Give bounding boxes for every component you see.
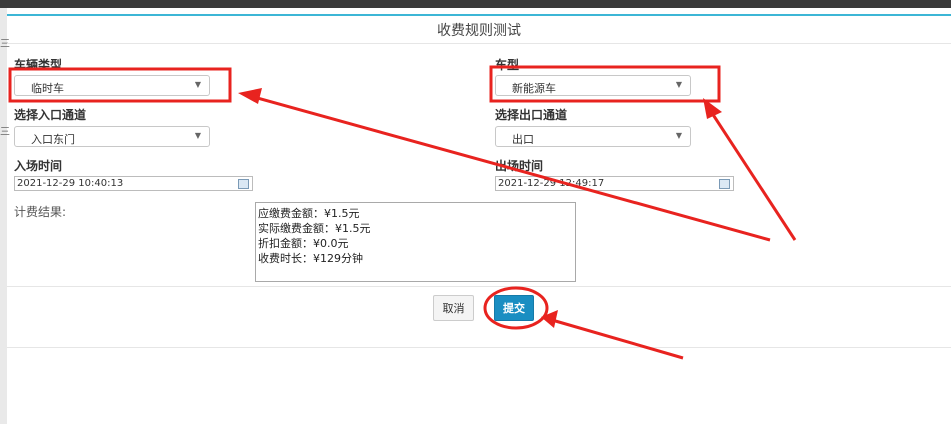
entry-channel-select[interactable]: 入口东门 ▼: [14, 126, 210, 147]
app-top-bar: [0, 0, 951, 8]
exit-time-value: 2021-12-29 12:49:17: [498, 178, 605, 189]
result-line: 折扣金额：¥0.0元: [258, 237, 349, 250]
chevron-down-icon: ▼: [194, 131, 201, 140]
calendar-icon[interactable]: [238, 179, 249, 189]
chevron-down-icon: ▼: [675, 131, 682, 140]
entry-time-label: 入场时间: [14, 159, 63, 173]
entry-time-input[interactable]: 2021-12-29 10:40:13: [14, 176, 253, 191]
exit-channel-value: 出口: [512, 133, 534, 146]
result-textarea[interactable]: 应缴费金额：¥1.5元 实际缴费金额：¥1.5元 折扣金额：¥0.0元 收费时长…: [255, 202, 576, 282]
submit-button[interactable]: 提交: [494, 295, 534, 321]
result-label: 计费结果:: [14, 205, 67, 219]
arrow-shaft-car-model: [708, 109, 797, 241]
title-divider: [7, 43, 951, 44]
car-model-select[interactable]: 新能源车 ▼: [495, 75, 691, 96]
exit-time-input[interactable]: 2021-12-29 12:49:17: [495, 176, 734, 191]
vehicle-type-label: 车辆类型: [14, 58, 63, 72]
result-line: 收费时长：¥129分钟: [258, 252, 363, 265]
vehicle-type-value: 临时车: [31, 82, 64, 95]
entry-channel-value: 入口东门: [31, 133, 75, 146]
exit-channel-label: 选择出口通道: [495, 108, 568, 122]
background-text-fragment: 三: [0, 127, 10, 138]
arrow-head-vehicle-type: [238, 88, 262, 104]
arrow-head-car-model: [703, 98, 722, 119]
arrow-head-submit: [541, 310, 558, 328]
background-window-strip: [0, 8, 7, 424]
result-line: 实际缴费金额：¥1.5元: [258, 222, 371, 235]
chevron-down-icon: ▼: [194, 80, 201, 89]
footer-divider: [7, 286, 951, 287]
arrow-shaft-submit: [551, 318, 684, 360]
cancel-button[interactable]: 取消: [433, 295, 474, 321]
exit-time-label: 出场时间: [495, 159, 544, 173]
entry-channel-label: 选择入口通道: [14, 108, 87, 122]
vehicle-type-select[interactable]: 临时车 ▼: [14, 75, 210, 96]
entry-time-value: 2021-12-29 10:40:13: [17, 178, 124, 189]
background-text-fragment: 三: [0, 39, 10, 50]
exit-channel-select[interactable]: 出口 ▼: [495, 126, 691, 147]
calendar-icon[interactable]: [719, 179, 730, 189]
car-model-value: 新能源车: [512, 82, 556, 95]
dialog-title: 收费规则测试: [437, 23, 521, 39]
dialog-accent-bar: [7, 14, 951, 16]
result-line: 应缴费金额：¥1.5元: [258, 207, 360, 220]
car-model-label: 车型: [495, 58, 520, 72]
dialog-bottom-divider: [7, 347, 951, 348]
chevron-down-icon: ▼: [675, 80, 682, 89]
